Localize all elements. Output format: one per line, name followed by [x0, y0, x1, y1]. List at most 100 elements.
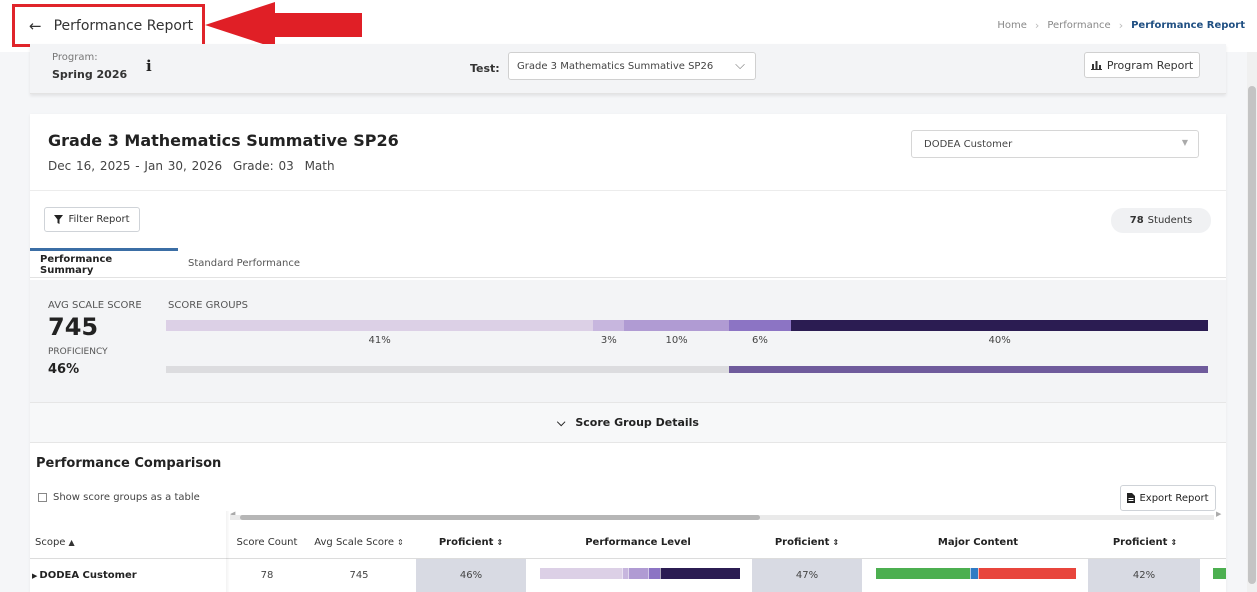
breadcrumb: Home › Performance › Performance Report — [997, 19, 1245, 32]
show-table-checkbox-row[interactable]: Show score groups as a table — [38, 492, 200, 503]
score-group-segment-2[interactable] — [593, 320, 625, 331]
table-horizontal-scrollbar[interactable] — [230, 515, 1214, 520]
score-group-percent-3: 10% — [665, 335, 688, 346]
program-bar: Program: Spring 2026 i Test: Grade 3 Mat… — [30, 44, 1226, 94]
caret-down-icon: ▼ — [1181, 138, 1188, 147]
page-scrollbar-thumb[interactable] — [1248, 86, 1256, 584]
cell-avg-scale-score: 745 — [349, 570, 369, 581]
program-value: Spring 2026 — [52, 68, 128, 81]
score-groups-label: SCORE GROUPS — [168, 300, 248, 311]
expand-row-icon[interactable]: ▶ — [32, 572, 37, 580]
score-group-segment-3[interactable] — [624, 320, 729, 331]
score-group-percent-2: 3% — [600, 335, 617, 346]
column-header-label: Proficient — [774, 536, 830, 548]
tabs-underline — [30, 277, 1226, 278]
tab-performance-summary[interactable]: Performance Summary — [30, 248, 178, 278]
performance-level-segment-1[interactable] — [540, 568, 622, 579]
major-content-bar[interactable] — [876, 568, 1076, 579]
show-table-checkbox-label: Show score groups as a table — [53, 492, 200, 503]
program-report-label: Program Report — [1106, 58, 1194, 72]
annotation-arrow-icon — [205, 2, 362, 48]
column-header-label: Scope — [35, 536, 66, 548]
score-group-segment-5[interactable] — [791, 320, 1208, 331]
customer-select[interactable]: DODEA Customer ▼ — [911, 130, 1199, 158]
column-header-label: Avg Scale Score — [314, 536, 395, 548]
report-subject: Math — [304, 159, 335, 173]
test-select-value: Grade 3 Mathematics Summative SP26 — [517, 60, 714, 72]
performance-level-segment-5[interactable] — [660, 568, 740, 579]
back-arrow-icon: ← — [29, 16, 42, 35]
program-label: Program: — [52, 52, 98, 63]
breadcrumb-home[interactable]: Home — [997, 20, 1027, 31]
report-dates: Dec 16, 2025 - Jan 30, 2026 — [48, 159, 223, 173]
score-group-segment-1[interactable] — [166, 320, 594, 331]
next-column-bar-segment — [1213, 568, 1226, 579]
chevron-down-icon: ⌵ — [557, 415, 566, 429]
tab-label: Standard Performance — [188, 257, 301, 269]
proficiency-bar — [166, 366, 1208, 373]
sort-icon: ⇕ — [832, 537, 840, 547]
breadcrumb-separator-icon: › — [1118, 19, 1124, 32]
report-meta: Dec 16, 2025 - Jan 30, 2026 Grade: 03 Ma… — [48, 159, 341, 173]
performance-summary-panel: AVG SCALE SCORE 745 PROFICIENCY 46% SCOR… — [30, 280, 1226, 402]
major-content-segment-3[interactable] — [978, 568, 1076, 579]
performance-comparison-title: Performance Comparison — [36, 456, 222, 471]
sort-icon: ⇕ — [397, 537, 404, 547]
performance-level-segment-3[interactable] — [628, 568, 648, 579]
column-header-proficient[interactable]: Proficient ⇕ — [752, 526, 862, 558]
table-scrollbar-thumb[interactable] — [240, 515, 760, 520]
export-report-button[interactable]: Export Report — [1120, 485, 1216, 511]
proficiency-label: PROFICIENCY — [48, 347, 108, 357]
show-table-checkbox[interactable] — [38, 493, 47, 502]
students-count: 78 — [1129, 215, 1144, 226]
column-header-label: Proficient — [1112, 536, 1168, 548]
tab-standard-performance[interactable]: Standard Performance — [178, 248, 318, 278]
page-title: Performance Report — [53, 17, 194, 34]
major-content-segment-2[interactable] — [970, 568, 978, 579]
back-to-performance-button[interactable]: ← Performance Report — [12, 4, 205, 47]
cell-score-count: 78 — [260, 570, 274, 581]
column-header-label: Score Count — [236, 536, 298, 548]
breadcrumb-performance[interactable]: Performance — [1047, 20, 1110, 31]
column-header-label: Major Content — [937, 536, 1019, 548]
column-header-proficient[interactable]: Proficient ⇕ — [416, 526, 526, 558]
column-header-major-content[interactable]: Major Content — [866, 526, 1090, 558]
score-groups-bar[interactable] — [166, 320, 1208, 331]
column-header-score-count[interactable]: Score Count — [232, 526, 302, 558]
customer-select-value: DODEA Customer — [924, 138, 1013, 150]
performance-level-segment-4[interactable] — [648, 568, 660, 579]
chevron-down-icon: ⌵ — [735, 58, 745, 73]
avg-scale-score-value: 745 — [48, 313, 99, 341]
program-report-button[interactable]: Program Report — [1084, 52, 1200, 78]
score-group-details-toggle[interactable]: ⌵ Score Group Details — [30, 402, 1226, 443]
proficiency-bar-fill — [728, 366, 1208, 373]
column-header-scope[interactable]: Scope ▲ — [35, 526, 215, 558]
sort-icon: ⇕ — [496, 537, 504, 547]
cell-proficient: 47% — [752, 559, 862, 592]
table-row-scope[interactable]: ▶ DODEA Customer — [32, 559, 222, 592]
breadcrumb-current: Performance Report — [1131, 20, 1245, 31]
column-header-avg-scale-score[interactable]: Avg Scale Score ⇕ — [306, 526, 412, 558]
score-group-segment-4[interactable] — [728, 320, 792, 331]
frozen-column-shadow — [226, 511, 230, 592]
breadcrumb-separator-icon: › — [1034, 19, 1040, 32]
report-grade: Grade: 03 — [233, 159, 294, 173]
bar-chart-icon — [1090, 61, 1102, 70]
score-group-percent-1: 41% — [368, 335, 391, 346]
score-group-percent-4: 6% — [752, 335, 768, 346]
row-scope-label: DODEA Customer — [39, 570, 137, 581]
scroll-right-icon[interactable]: ▶ — [1216, 510, 1221, 518]
info-icon[interactable]: i — [146, 57, 152, 75]
major-content-segment-1[interactable] — [876, 568, 970, 579]
filter-report-button[interactable]: Filter Report — [44, 207, 140, 232]
students-count-badge: 78 Students — [1111, 208, 1211, 233]
students-label: Students — [1147, 215, 1193, 226]
report-card: Grade 3 Mathematics Summative SP26 Dec 1… — [30, 114, 1226, 592]
performance-level-bar[interactable] — [540, 568, 740, 579]
column-header-proficient[interactable]: Proficient ⇕ — [1090, 526, 1200, 558]
column-header-label: Proficient — [438, 536, 494, 548]
score-group-percent-5: 40% — [988, 335, 1011, 346]
test-select[interactable]: Grade 3 Mathematics Summative SP26 ⌵ — [508, 52, 756, 80]
filter-icon — [54, 215, 64, 224]
column-header-performance-level[interactable]: Performance Level — [526, 526, 750, 558]
